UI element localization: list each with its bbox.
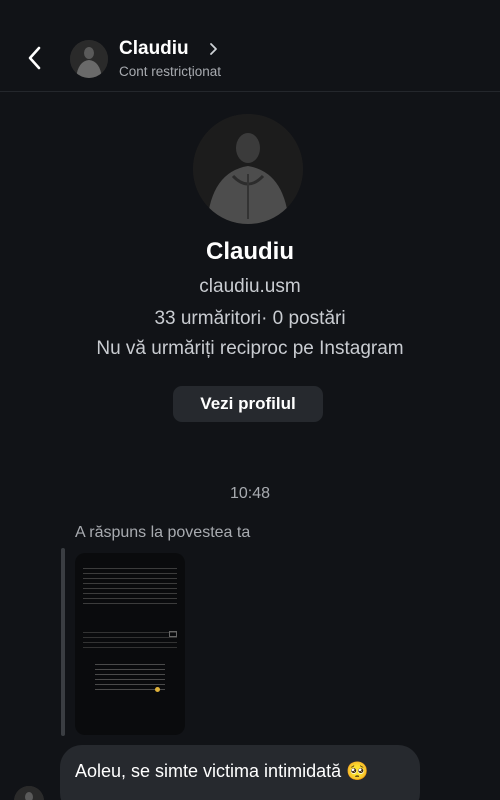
chevron-right-icon[interactable] <box>208 40 220 58</box>
sender-avatar[interactable] <box>14 786 44 800</box>
profile-stats: 33 urmăritori· 0 postări <box>154 308 346 329</box>
header-avatar[interactable] <box>70 40 108 78</box>
profile-name: Claudiu <box>206 238 294 265</box>
story-caption <box>95 663 165 691</box>
mutual-follow-notice: Nu vă urmăriți reciproc pe Instagram <box>96 338 404 359</box>
chevron-left-icon <box>28 46 41 70</box>
view-profile-button[interactable]: Vezi profilul <box>173 386 323 422</box>
story-sticker-icon <box>169 631 177 637</box>
profile-username: claudiu.usm <box>199 276 301 297</box>
profile-avatar[interactable] <box>193 114 303 224</box>
story-text-block <box>83 567 177 605</box>
message-text: Aoleu, se simte victima intimidată 🥺 <box>75 761 369 781</box>
header-name[interactable]: Claudiu <box>119 38 189 60</box>
story-thumbnail[interactable] <box>75 553 185 735</box>
story-reply-label: A răspuns la povestea ta <box>75 524 251 541</box>
chat-header: Claudiu Cont restricționat <box>0 0 500 92</box>
message-timestamp: 10:48 <box>229 485 271 502</box>
message-bubble[interactable]: Aoleu, se simte victima intimidată 🥺 <box>60 745 420 800</box>
emoji-icon <box>155 687 160 692</box>
back-button[interactable] <box>22 42 50 74</box>
reply-indicator-bar <box>61 548 65 736</box>
account-status: Cont restricționat <box>119 64 222 79</box>
story-embedded-comment <box>83 631 177 651</box>
